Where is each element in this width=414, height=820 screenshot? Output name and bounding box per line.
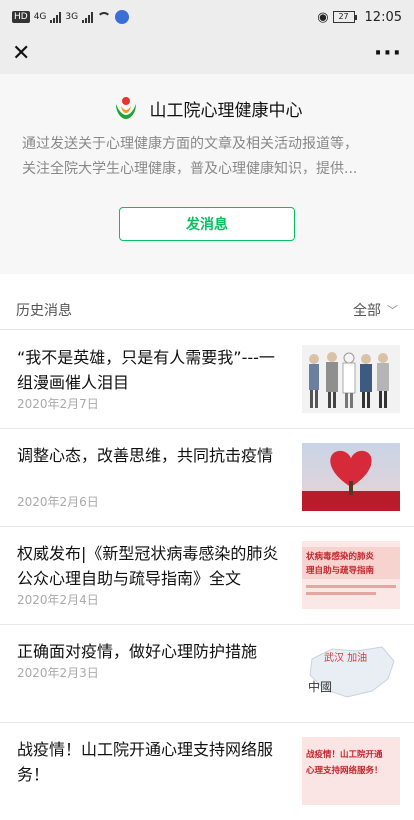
- article-date: 2020年2月6日: [17, 495, 99, 509]
- battery-icon: 27: [332, 11, 357, 23]
- more-icon[interactable]: ···: [374, 43, 402, 65]
- article-date: 2020年2月4日: [17, 593, 99, 607]
- account-description: 通过发送关于心理健康方面的文章及相关活动报道等， 关注全院大学生心理健康，普及心…: [22, 132, 392, 182]
- status-right: ◉ 27 12:05: [317, 10, 402, 25]
- article-thumbnail: 武汉 加油 中國: [302, 639, 400, 707]
- article-title: “我不是英雄，只是有人需要我”---一组漫画催人泪目: [17, 348, 275, 392]
- article-title: 调整心态，改善思维，共同抗击疫情: [17, 446, 274, 465]
- thumbnail-text-1: 战疫情！山工院开通: [306, 749, 383, 760]
- article-item[interactable]: 正确面对疫情，做好心理防护措施 2020年2月3日 武汉 加油 中國: [0, 625, 414, 723]
- eye-icon: ◉: [317, 9, 329, 25]
- account-header: 山工院心理健康中心: [0, 94, 414, 122]
- filter-dropdown[interactable]: 全部 ﹀: [353, 300, 398, 320]
- article-thumbnail: 状病毒感染的肺炎 理自助与疏导指南: [302, 541, 400, 609]
- chevron-down-icon: ﹀: [387, 303, 398, 317]
- status-bar: HD 4G 3G ◉ 27 12:05: [0, 0, 414, 34]
- description-line-1: 通过发送关于心理健康方面的文章及相关活动报道等，: [22, 136, 358, 152]
- article-item[interactable]: “我不是英雄，只是有人需要我”---一组漫画催人泪目 2020年2月7日: [0, 331, 414, 429]
- article-thumbnail: 战疫情！山工院开通 心理支持网络服务！: [302, 737, 400, 805]
- article-title: 权威发布|《新型冠状病毒感染的肺炎公众心理自助与疏导指南》全文: [17, 544, 279, 588]
- article-item[interactable]: 战疫情！山工院开通心理支持网络服务！ 战疫情！山工院开通 心理支持网络服务！: [0, 723, 414, 820]
- section-gap: [0, 274, 414, 290]
- article-thumbnail: [302, 443, 400, 511]
- thumbnail-text-1: 状病毒感染的肺炎: [306, 551, 375, 562]
- signal-icon: [50, 11, 62, 23]
- account-profile: 山工院心理健康中心 通过发送关于心理健康方面的文章及相关活动报道等， 关注全院大…: [0, 74, 414, 274]
- notification-app-icon: [115, 10, 130, 24]
- account-name: 山工院心理健康中心: [149, 100, 303, 121]
- thumbnail-text-2: 理自助与疏导指南: [306, 565, 375, 576]
- article-title: 战疫情！山工院开通心理支持网络服务！: [17, 740, 274, 784]
- wifi-icon: [97, 12, 112, 22]
- send-message-button[interactable]: 发消息: [119, 207, 295, 241]
- article-title: 正确面对疫情，做好心理防护措施: [17, 642, 258, 661]
- thumbnail-text-2: 中國: [308, 679, 332, 694]
- article-date: 2020年2月3日: [17, 666, 99, 680]
- article-list: “我不是英雄，只是有人需要我”---一组漫画催人泪目 2020年2月7日 调整心…: [0, 331, 414, 820]
- close-icon[interactable]: ✕: [12, 43, 30, 65]
- article-item[interactable]: 调整心态，改善思维，共同抗击疫情 2020年2月6日: [0, 429, 414, 527]
- history-header: 历史消息 全部 ﹀: [0, 290, 414, 330]
- network-type-1: 4G: [33, 12, 47, 22]
- hd-badge: HD: [12, 11, 30, 23]
- thumbnail-text-1: 武汉 加油: [324, 651, 367, 664]
- account-logo: [115, 97, 136, 119]
- article-thumbnail: [302, 345, 400, 413]
- article-item[interactable]: 权威发布|《新型冠状病毒感染的肺炎公众心理自助与疏导指南》全文 2020年2月4…: [0, 527, 414, 625]
- thumbnail-text-2: 心理支持网络服务！: [306, 765, 383, 776]
- status-left: HD 4G 3G: [12, 10, 130, 24]
- signal-icon-2: [82, 11, 94, 23]
- description-line-2: 关注全院大学生心理健康，普及心理健康知识，提供...: [22, 161, 358, 177]
- filter-label: 全部: [353, 302, 381, 319]
- history-title: 历史消息: [16, 302, 72, 319]
- network-type-2: 3G: [65, 12, 79, 22]
- top-navbar: ✕ ···: [0, 34, 414, 74]
- status-time: 12:05: [364, 9, 402, 25]
- article-date: 2020年2月7日: [17, 397, 99, 411]
